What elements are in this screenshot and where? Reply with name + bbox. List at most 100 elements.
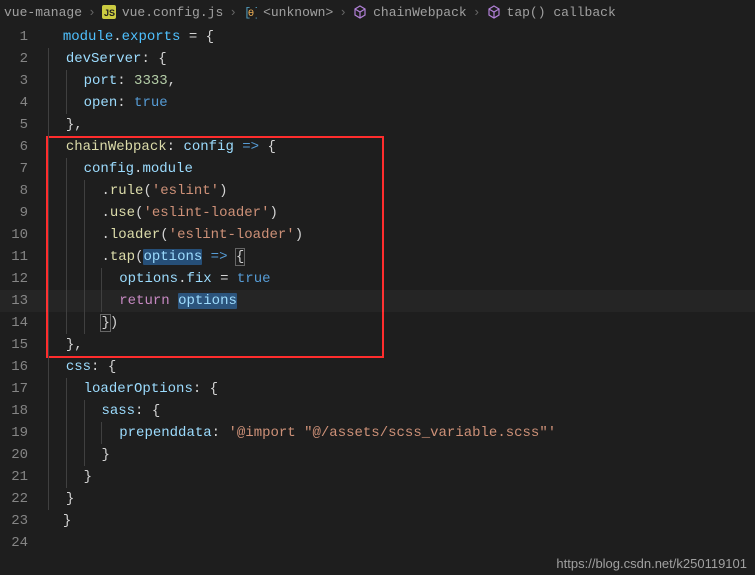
code-line[interactable]: options.fix = true: [40, 268, 755, 290]
code-token: loader: [110, 227, 160, 243]
code-token: exports: [122, 29, 181, 45]
code-token: =: [212, 271, 237, 287]
line-number: 4: [0, 92, 28, 114]
code-line[interactable]: },: [40, 334, 755, 356]
code-token: :: [212, 425, 229, 441]
code-token: tap: [110, 249, 135, 265]
code-token: config: [84, 161, 134, 177]
code-token: rule: [110, 183, 144, 199]
code-line[interactable]: }: [40, 466, 755, 488]
code-line[interactable]: open: true: [40, 92, 755, 114]
code-token: '@import "@/assets/scss_variable.scss"': [228, 425, 556, 441]
cube-icon: [353, 5, 367, 19]
breadcrumb-item[interactable]: tap() callback: [487, 5, 616, 20]
line-number: 20: [0, 444, 28, 466]
breadcrumb-label: vue.config.js: [122, 5, 223, 20]
watermark: https://blog.csdn.net/k250119101: [556, 556, 747, 571]
code-token: : {: [193, 381, 218, 397]
code-token: }: [63, 513, 71, 529]
line-number: 16: [0, 356, 28, 378]
code-token: },: [66, 337, 83, 353]
breadcrumb-item[interactable]: [ϴ] <unknown>: [243, 5, 333, 20]
line-number: 1: [0, 26, 28, 48]
code-line[interactable]: .use('eslint-loader'): [40, 202, 755, 224]
code-line[interactable]: devServer: {: [40, 48, 755, 70]
code-line[interactable]: loaderOptions: {: [40, 378, 755, 400]
code-token: :: [117, 73, 134, 89]
code-line[interactable]: }: [40, 488, 755, 510]
code-token: : {: [141, 51, 166, 67]
code-token: .: [113, 29, 121, 45]
code-token: sass: [101, 403, 135, 419]
code-line[interactable]: sass: {: [40, 400, 755, 422]
code-line[interactable]: config.module: [40, 158, 755, 180]
chevron-right-icon: ›: [337, 5, 349, 20]
breadcrumb-item[interactable]: JS vue.config.js: [102, 5, 223, 20]
code-token: options: [143, 249, 202, 265]
code-line[interactable]: chainWebpack: config => {: [40, 136, 755, 158]
code-line[interactable]: .rule('eslint'): [40, 180, 755, 202]
breadcrumb-label: tap() callback: [507, 5, 616, 20]
code-token: 'eslint-loader': [169, 227, 295, 243]
code-line[interactable]: return options: [40, 290, 755, 312]
code-line[interactable]: [40, 532, 755, 554]
code-line[interactable]: .tap(options => {: [40, 246, 755, 268]
line-number: 10: [0, 224, 28, 246]
line-number: 6: [0, 136, 28, 158]
code-token: }: [101, 447, 109, 463]
code-line[interactable]: }: [40, 510, 755, 532]
code-token: module: [63, 29, 113, 45]
code-token: .: [101, 249, 109, 265]
code-token: ): [295, 227, 303, 243]
breadcrumb: vue-manage › JS vue.config.js › [ϴ] <unk…: [0, 0, 755, 24]
code-line[interactable]: }): [40, 312, 755, 334]
breadcrumb-item[interactable]: vue-manage: [4, 5, 82, 20]
cube-icon: [487, 5, 501, 19]
code-token: true: [134, 95, 168, 111]
code-line[interactable]: prependdata: '@import "@/assets/scss_var…: [40, 422, 755, 444]
breadcrumb-item[interactable]: chainWebpack: [353, 5, 467, 20]
code-token: .: [101, 183, 109, 199]
code-token: 'eslint': [152, 183, 219, 199]
line-number: 12: [0, 268, 28, 290]
line-number: 21: [0, 466, 28, 488]
code-line[interactable]: css: {: [40, 356, 755, 378]
code-editor[interactable]: 123456789101112131415161718192021222324 …: [0, 24, 755, 551]
code-token: }: [66, 491, 74, 507]
line-number: 22: [0, 488, 28, 510]
code-line[interactable]: }: [40, 444, 755, 466]
code-line[interactable]: module.exports = {: [40, 26, 755, 48]
code-token: },: [66, 117, 83, 133]
line-number: 5: [0, 114, 28, 136]
code-token: :: [167, 139, 184, 155]
code-token: port: [84, 73, 118, 89]
line-number: 17: [0, 378, 28, 400]
breadcrumb-label: vue-manage: [4, 5, 82, 20]
code-token: = {: [180, 29, 214, 45]
chevron-right-icon: ›: [227, 5, 239, 20]
svg-text:JS: JS: [104, 8, 115, 18]
code-token: devServer: [66, 51, 142, 67]
code-token: prependdata: [119, 425, 211, 441]
line-number: 24: [0, 532, 28, 554]
code-token: 'eslint-loader': [143, 205, 269, 221]
code-area[interactable]: module.exports = { devServer: { port: 33…: [40, 24, 755, 551]
line-number: 3: [0, 70, 28, 92]
code-token: :: [117, 95, 134, 111]
line-number: 11: [0, 246, 28, 268]
code-token: ,: [168, 73, 176, 89]
code-token: open: [84, 95, 118, 111]
code-line[interactable]: .loader('eslint-loader'): [40, 224, 755, 246]
brackets-icon: [ϴ]: [243, 5, 257, 19]
code-line[interactable]: port: 3333,: [40, 70, 755, 92]
code-token: ): [219, 183, 227, 199]
code-token: : {: [91, 359, 116, 375]
code-token: (: [143, 183, 151, 199]
line-number: 2: [0, 48, 28, 70]
code-token: .: [101, 227, 109, 243]
line-number: 19: [0, 422, 28, 444]
js-file-icon: JS: [102, 5, 116, 19]
code-token: }: [84, 469, 92, 485]
code-line[interactable]: },: [40, 114, 755, 136]
line-number: 9: [0, 202, 28, 224]
